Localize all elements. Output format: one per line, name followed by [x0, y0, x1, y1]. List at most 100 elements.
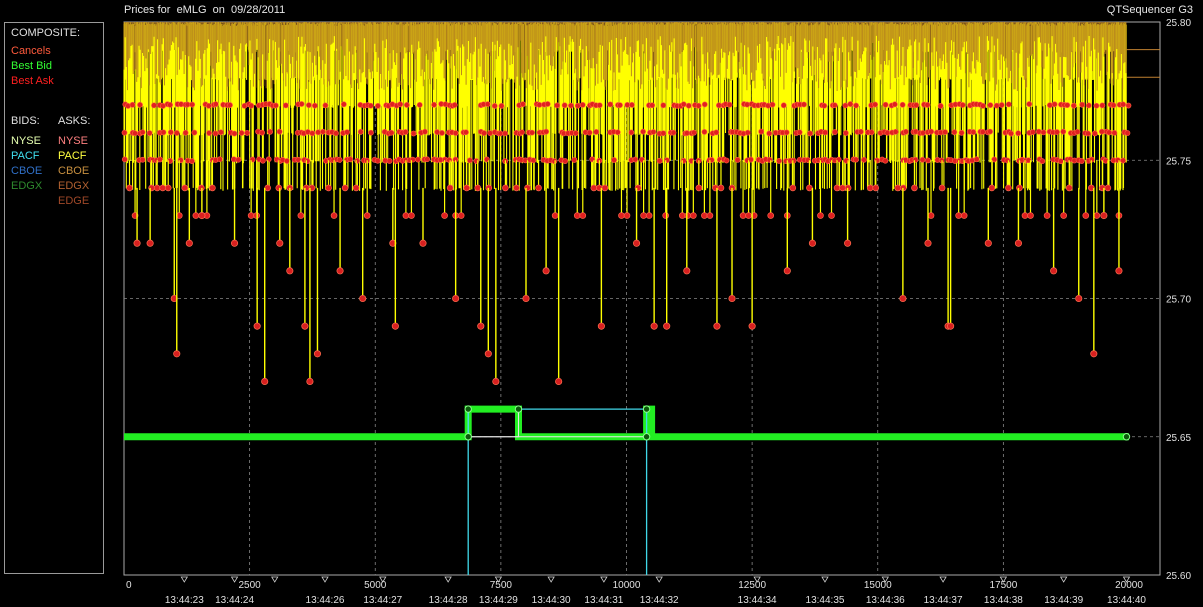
ask-marker [463, 129, 469, 136]
ask-marker [216, 156, 223, 163]
ask-marker [911, 184, 918, 192]
time-marker [939, 576, 947, 583]
ask-spike-point [477, 322, 485, 330]
ask-spike-point [1050, 267, 1058, 275]
time-label: 13:44:35 [806, 595, 845, 606]
ask-spike-point [231, 239, 239, 247]
ask-marker [571, 157, 578, 163]
ask-spike-point [728, 294, 736, 303]
ask-marker [402, 212, 410, 219]
ask-marker [607, 101, 614, 108]
ask-marker [790, 157, 797, 164]
time-label: 13:44:29 [479, 595, 518, 606]
ask-marker [474, 184, 482, 192]
ask-marker [579, 101, 586, 108]
ask-marker [629, 101, 635, 108]
ask-marker [767, 212, 775, 219]
bid-marker [514, 405, 523, 413]
ask-marker [662, 212, 669, 219]
ask-marker [927, 212, 935, 219]
ask-marker [882, 101, 889, 108]
ask-spike-point [313, 350, 322, 358]
ask-marker [491, 103, 498, 109]
ask-spike-point [306, 377, 314, 386]
ask-marker [656, 157, 663, 164]
ask-marker [690, 212, 697, 219]
price-chart[interactable]: 0 2500 5000 7500 10000 12500 15000 17500 2000025… [0, 0, 1203, 607]
ask-marker [519, 129, 525, 136]
ask-marker [357, 128, 364, 135]
ask-marker [1085, 130, 1091, 137]
ask-marker [410, 130, 417, 137]
ask-marker [796, 129, 803, 136]
ask-marker [894, 184, 902, 192]
ask-marker [191, 129, 198, 136]
ask-spike-point [146, 239, 154, 247]
ask-marker [853, 156, 859, 163]
ask-marker [259, 129, 266, 136]
ask-marker [487, 130, 494, 137]
ask-marker [422, 128, 428, 135]
ask-marker [160, 129, 167, 136]
ask-marker [1035, 128, 1042, 135]
ask-marker [980, 102, 986, 109]
ask-marker [227, 102, 233, 108]
ask-marker [1120, 101, 1127, 108]
y-tick-label: 25.70 [1166, 295, 1191, 306]
ask-marker [451, 102, 458, 108]
ask-marker [315, 129, 322, 136]
ask-marker [601, 184, 609, 192]
ask-marker [1027, 212, 1034, 219]
ask-marker [167, 129, 174, 136]
ask-marker [484, 101, 491, 108]
ask-marker [572, 130, 579, 136]
ask-marker [297, 212, 305, 219]
ask-marker [1026, 101, 1033, 107]
ask-marker [821, 102, 828, 109]
ask-marker [806, 184, 813, 192]
ask-marker [991, 156, 998, 163]
time-marker [321, 576, 329, 583]
ask-marker [617, 102, 623, 109]
ask-spike-point [198, 212, 206, 220]
ask-spike-point [1090, 350, 1098, 358]
ask-marker [189, 158, 195, 165]
x-tick-label: 10000 [613, 580, 641, 591]
ask-marker [1021, 212, 1029, 219]
ask-marker [192, 212, 200, 219]
x-tick-label: 12500 [738, 580, 766, 591]
ask-marker [828, 212, 835, 219]
ask-marker [167, 102, 173, 108]
ask-marker [611, 157, 617, 163]
ask-marker [305, 102, 312, 109]
ask-marker [1060, 128, 1067, 135]
ask-marker [446, 157, 453, 163]
ask-marker [536, 101, 543, 108]
ask-marker [151, 102, 157, 109]
ask-marker [282, 102, 289, 109]
ask-marker [739, 212, 747, 219]
ask-spike-point [783, 267, 791, 275]
x-tick-label: 2500 [239, 580, 262, 591]
ask-marker [623, 212, 631, 219]
ask-marker [872, 184, 880, 192]
ask-marker [1093, 212, 1101, 219]
ask-marker [388, 129, 395, 136]
ask-marker [628, 129, 635, 136]
ask-spike-point [1100, 212, 1108, 220]
ask-marker [562, 158, 569, 164]
ask-marker [182, 129, 189, 136]
ask-marker [866, 184, 874, 192]
x-tick-label: 0 [126, 580, 132, 591]
time-marker [180, 576, 189, 583]
ask-marker [320, 128, 326, 135]
ask-marker [1124, 130, 1131, 136]
bid-marker [1122, 433, 1131, 441]
ask-marker [209, 184, 216, 192]
ask-marker [309, 130, 316, 137]
ask-marker [912, 156, 919, 163]
ask-marker [457, 212, 465, 219]
ask-spike-point [1014, 239, 1023, 247]
ask-marker [502, 184, 509, 192]
ask-marker [769, 101, 776, 108]
